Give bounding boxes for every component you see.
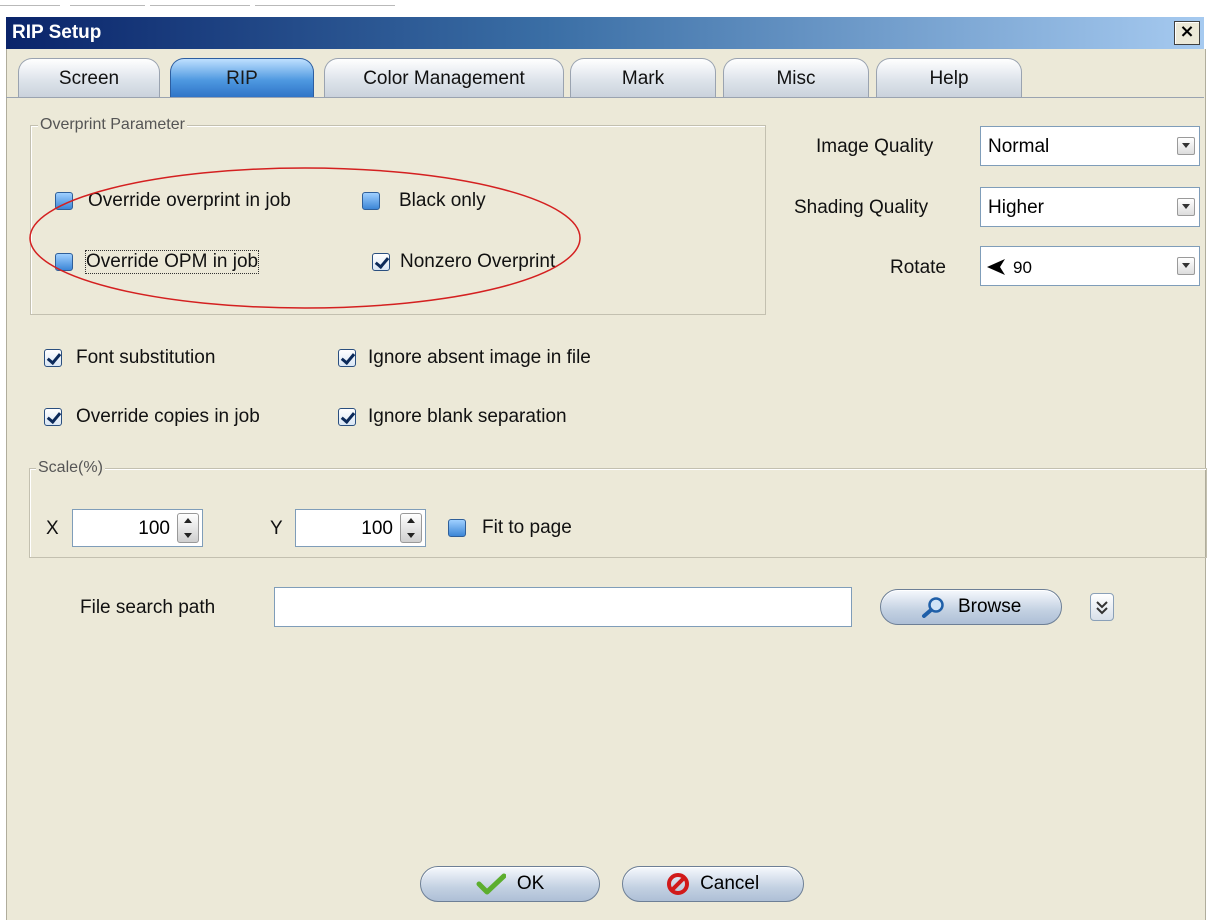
override-copies-checkbox[interactable]	[44, 408, 62, 426]
tab-label: Mark	[621, 68, 665, 89]
tab-label: Screen	[58, 68, 120, 89]
shading-quality-select[interactable]: Higher	[980, 187, 1200, 227]
scale-group	[29, 468, 1207, 558]
rotate-select[interactable]: 90	[980, 246, 1200, 286]
strip-segment	[255, 2, 395, 6]
title-bar: RIP Setup ×	[6, 17, 1204, 49]
checkmark-icon	[476, 873, 506, 895]
chevron-down-icon	[1177, 257, 1195, 275]
shading-quality-label: Shading Quality	[794, 197, 929, 218]
font-substitution-checkbox[interactable]	[44, 349, 62, 367]
ok-button[interactable]: OK	[420, 866, 600, 902]
chevron-down-icon	[1177, 198, 1195, 216]
scale-y-value: 100	[361, 518, 393, 539]
scale-x-value: 100	[138, 518, 170, 539]
ignore-blank-separation-label: Ignore blank separation	[368, 406, 567, 427]
font-substitution-label: Font substitution	[76, 347, 216, 368]
cancel-icon	[666, 873, 689, 895]
tab-mark[interactable]: Mark	[570, 58, 716, 98]
scale-x-label: X	[46, 518, 59, 539]
tab-label: Help	[929, 68, 969, 89]
tab-rip[interactable]: RIP	[170, 58, 314, 98]
search-icon	[921, 597, 944, 618]
strip-segment	[150, 2, 250, 6]
double-chevron-down-icon	[1096, 601, 1108, 615]
scale-legend: Scale(%)	[36, 459, 105, 477]
ok-label: OK	[516, 873, 545, 894]
file-search-path-label: File search path	[80, 597, 216, 618]
tab-label: Misc	[776, 68, 816, 89]
spinner-arrows-icon[interactable]	[177, 513, 199, 543]
tab-screen[interactable]: Screen	[18, 58, 160, 98]
cancel-button[interactable]: Cancel	[622, 866, 804, 902]
tab-misc[interactable]: Misc	[723, 58, 869, 98]
scale-y-input[interactable]: 100	[295, 509, 426, 547]
rotate-label: Rotate	[890, 257, 946, 278]
close-icon: ×	[1179, 21, 1195, 42]
tab-divider	[6, 97, 1204, 98]
ignore-blank-separation-checkbox[interactable]	[338, 408, 356, 426]
arrow-left-icon	[987, 259, 1005, 275]
shading-quality-value: Higher	[988, 197, 1044, 218]
cancel-label: Cancel	[700, 873, 760, 894]
image-quality-value: Normal	[988, 136, 1050, 157]
image-quality-label: Image Quality	[816, 136, 934, 157]
spinner-arrows-icon[interactable]	[400, 513, 422, 543]
expand-button[interactable]	[1090, 593, 1114, 621]
overprint-legend: Overprint Parameter	[38, 116, 187, 134]
override-copies-label: Override copies in job	[76, 406, 260, 427]
browse-label: Browse	[957, 596, 1022, 617]
tab-label: Color Management	[363, 68, 525, 89]
strip-segment	[0, 2, 60, 6]
ignore-absent-image-label: Ignore absent image in file	[368, 347, 591, 368]
tab-color-management[interactable]: Color Management	[324, 58, 564, 98]
chevron-down-icon	[1177, 137, 1195, 155]
fit-to-page-label: Fit to page	[482, 517, 572, 538]
file-search-path-input[interactable]	[274, 587, 852, 627]
fit-to-page-checkbox[interactable]	[448, 519, 466, 537]
close-button[interactable]: ×	[1174, 21, 1200, 45]
browse-button[interactable]: Browse	[880, 589, 1062, 625]
background-window-strip	[0, 0, 1210, 16]
rotate-value: 90	[1013, 258, 1032, 277]
tab-help[interactable]: Help	[876, 58, 1022, 98]
scale-y-label: Y	[270, 518, 283, 539]
window-title: RIP Setup	[12, 22, 102, 43]
tab-label: RIP	[226, 68, 258, 89]
strip-segment	[70, 2, 145, 6]
scale-x-input[interactable]: 100	[72, 509, 203, 547]
ignore-absent-image-checkbox[interactable]	[338, 349, 356, 367]
image-quality-select[interactable]: Normal	[980, 126, 1200, 166]
annotation-ellipse	[29, 167, 581, 309]
